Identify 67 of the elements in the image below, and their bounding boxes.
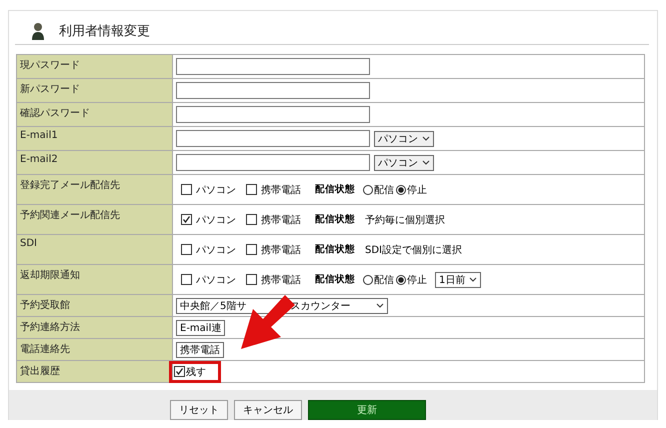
status-label: 配信状態 [315,243,355,256]
checkbox[interactable] [181,244,192,255]
radio-button[interactable] [363,274,373,284]
checkbox-label: パソコン [196,274,236,286]
caret-icon [376,302,384,308]
checkbox[interactable] [246,214,257,225]
radio-button[interactable] [396,274,406,284]
checkbox-label: パソコン [196,214,236,226]
checkbox-label: パソコン [196,184,236,196]
checkbox[interactable] [181,214,192,225]
input-field[interactable] [176,58,370,75]
status-label: 配信状態 [315,273,355,286]
type-dropdown[interactable]: パソコン [374,154,434,170]
checkbox-label: 携帯電話 [261,244,301,256]
dropdown-value: 中央館／5階サ [180,300,246,312]
radio-label: 配信 [374,184,394,196]
dropdown-value: E-mail連 [180,322,222,334]
caret-icon [422,136,430,142]
page-title: 利用者情報変更 [59,22,150,40]
field-label: E-mail1 [17,127,173,150]
update-button[interactable]: 更新 [308,400,426,420]
checkbox[interactable] [246,184,257,195]
field-label: 電話連絡先 [17,339,173,360]
note-text: SDI設定で個別に選択 [365,244,462,256]
field-label: 返却期限通知 [17,265,173,294]
radio-button[interactable] [396,184,406,194]
checkbox-label: 携帯電話 [261,274,301,286]
input-field[interactable] [176,130,370,147]
dropdown[interactable]: E-mail連 [176,320,226,336]
caret-icon [422,160,430,166]
field-label: SDI [17,235,173,264]
checkbox[interactable] [181,184,192,195]
field-label: 確認パスワード [17,103,173,126]
checkbox[interactable] [174,366,185,377]
dropdown[interactable]: 携帯電話 [176,342,224,358]
checkbox[interactable] [246,244,257,255]
checkbox-label: 残す [186,366,206,378]
note-text: 予約毎に個別選択 [365,214,445,226]
dropdown-value: 携帯電話 [180,344,220,356]
timing-dropdown[interactable]: 1日前 [435,272,482,288]
input-field[interactable] [176,154,370,171]
type-dropdown[interactable]: パソコン [374,130,434,146]
checkbox-label: 携帯電話 [261,214,301,226]
checkbox[interactable] [246,274,257,285]
status-label: 配信状態 [315,183,355,196]
field-label: E-mail2 [17,151,173,174]
field-label: 予約関連メール配信先 [17,205,173,234]
radio-label: 停止 [407,184,427,196]
user-icon [31,22,45,40]
status-label: 配信状態 [315,213,355,226]
radio-label: 配信 [374,274,394,286]
input-field[interactable] [176,82,370,99]
field-label: 予約連絡方法 [17,317,173,338]
field-label: 現パスワード [17,55,173,78]
radio-label: 停止 [407,274,427,286]
caret-icon [469,276,478,282]
checkbox-label: 携帯電話 [261,184,301,196]
field-label: 新パスワード [17,79,173,102]
cancel-button[interactable]: キャンセル [234,400,302,420]
input-field[interactable] [176,106,370,123]
field-label: 貸出履歴 [17,361,173,382]
checkbox-label: パソコン [196,244,236,256]
field-label: 登録完了メール配信先 [17,175,173,204]
field-label: 予約受取館 [17,295,173,316]
checkbox[interactable] [181,274,192,285]
reset-button[interactable]: リセット [170,400,228,420]
radio-button[interactable] [363,184,373,194]
